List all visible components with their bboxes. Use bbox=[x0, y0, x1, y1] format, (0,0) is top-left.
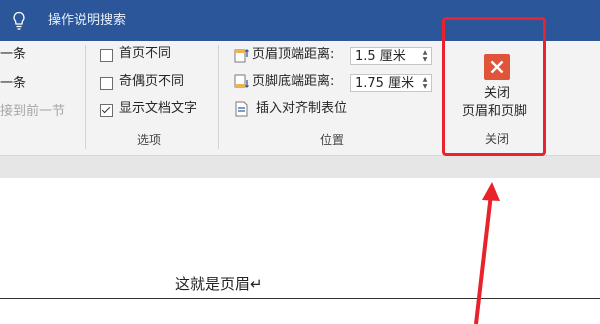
odd-even-different-checkbox[interactable] bbox=[100, 77, 113, 90]
show-document-text-label: 显示文档文字 bbox=[119, 101, 198, 116]
footer-from-bottom-label: 页脚底端距离: bbox=[252, 74, 335, 89]
group-separator bbox=[218, 45, 219, 149]
nav-next-item[interactable]: 一条 bbox=[0, 46, 26, 64]
annotation-highlight-box bbox=[442, 17, 546, 156]
show-document-text-checkbox[interactable] bbox=[100, 104, 113, 117]
insert-alignment-tab-icon bbox=[235, 101, 248, 117]
footer-from-bottom-input[interactable]: 1.75 厘米 ▲ ▼ bbox=[350, 74, 432, 92]
header-text[interactable]: 这就是页眉↵ bbox=[175, 273, 263, 294]
first-page-different-checkbox[interactable] bbox=[100, 49, 113, 62]
header-from-top-label: 页眉顶端距离: bbox=[252, 47, 335, 62]
header-top-icon bbox=[234, 49, 249, 63]
footer-bottom-icon bbox=[234, 74, 249, 88]
nav-previous-item[interactable]: 一条 bbox=[0, 75, 26, 93]
odd-even-different-label: 奇偶页不同 bbox=[119, 74, 185, 89]
document-area[interactable] bbox=[0, 178, 600, 324]
position-group-label: 位置 bbox=[320, 133, 345, 147]
header-border-line bbox=[0, 298, 600, 299]
ribbon-bottom-band bbox=[0, 156, 600, 178]
insert-alignment-tab-button[interactable]: 插入对齐制表位 bbox=[256, 100, 347, 118]
link-to-previous-button[interactable]: 接到前一节 bbox=[0, 103, 65, 121]
header-from-top-input[interactable]: 1.5 厘米 ▲ ▼ bbox=[350, 47, 432, 65]
lightbulb-icon bbox=[13, 11, 25, 30]
tell-me-search[interactable]: 操作说明搜索 bbox=[48, 11, 126, 31]
annotation-arrow-icon bbox=[474, 182, 500, 324]
first-page-different-label: 首页不同 bbox=[119, 46, 172, 61]
spinner-arrows-icon[interactable]: ▲ ▼ bbox=[422, 76, 428, 90]
group-separator bbox=[85, 45, 86, 149]
options-group-label: 选项 bbox=[137, 133, 162, 147]
spinner-arrows-icon[interactable]: ▲ ▼ bbox=[422, 49, 428, 63]
